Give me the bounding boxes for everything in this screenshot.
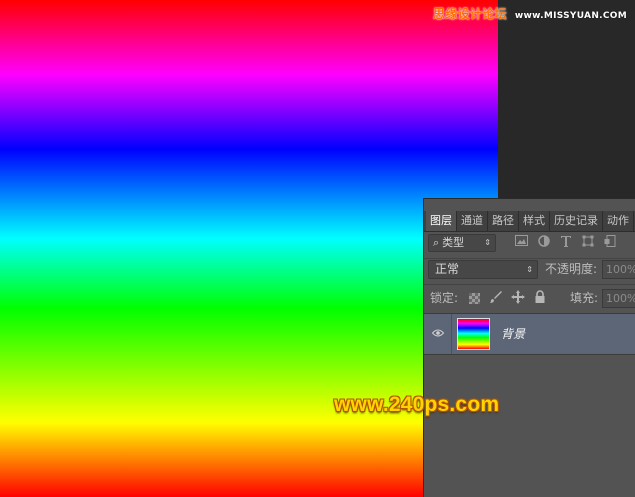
layer-row[interactable]: 背景 — [424, 313, 635, 355]
layer-thumbnail — [457, 318, 490, 350]
filter-kind-value: 类型 — [442, 236, 465, 249]
panel-tabs: 图层 通道 路径 样式 历史记录 动作 — [424, 211, 635, 232]
blend-mode-select[interactable]: 正常 ⇕ — [428, 260, 538, 279]
fill-input[interactable]: 100% — [602, 289, 635, 308]
tab-history[interactable]: 历史记录 — [550, 211, 603, 231]
updown-arrows-icon: ⇕ — [484, 238, 491, 247]
fill-label: 填充: — [570, 291, 599, 305]
updown-arrows-icon: ⇕ — [526, 265, 533, 274]
filter-icons — [514, 235, 617, 250]
lock-icons — [466, 290, 548, 306]
opacity-input[interactable]: 100% — [602, 260, 635, 279]
tab-actions[interactable]: 动作 — [603, 211, 634, 231]
watermark-brand: 思缘设计论坛 — [433, 7, 507, 21]
top-watermark: 思缘设计论坛 www.MISSYUAN.COM — [433, 6, 627, 24]
watermark-url: www.MISSYUAN.COM — [514, 11, 627, 21]
tab-styles[interactable]: 样式 — [519, 211, 550, 231]
tab-paths[interactable]: 路径 — [488, 211, 519, 231]
bottom-watermark: www.240ps.com — [334, 393, 500, 416]
image-icon[interactable] — [514, 235, 529, 250]
lock-all-icon[interactable] — [532, 290, 548, 306]
layer-name[interactable]: 背景 — [501, 326, 525, 342]
blend-mode-value: 正常 — [435, 262, 460, 276]
lock-transparent-icon[interactable] — [466, 290, 482, 306]
eye-icon — [432, 329, 444, 337]
layer-visibility-toggle[interactable] — [424, 314, 452, 354]
smart-object-icon[interactable] — [602, 235, 617, 250]
shape-icon[interactable] — [580, 235, 595, 250]
lock-row: 锁定: 填充: 100% — [424, 285, 635, 312]
type-icon[interactable] — [558, 235, 573, 250]
search-icon: ⌕ — [433, 236, 440, 249]
lock-move-icon[interactable] — [510, 290, 526, 306]
lock-label: 锁定: — [430, 291, 459, 305]
opacity-label: 不透明度: — [545, 262, 598, 276]
filter-kind-select[interactable]: ⌕ 类型 ⇕ — [428, 234, 496, 252]
adjustment-icon[interactable] — [536, 235, 551, 250]
blend-row: 正常 ⇕ 不透明度: 100% — [424, 258, 635, 284]
tab-layers[interactable]: 图层 — [426, 211, 457, 231]
tab-channels[interactable]: 通道 — [457, 211, 488, 231]
lock-paint-icon[interactable] — [488, 290, 504, 306]
layers-panel: 图层 通道 路径 样式 历史记录 动作 ⌕ 类型 ⇕ 正常 ⇕ 不透明度: 10… — [423, 198, 635, 497]
layer-filter-row: ⌕ 类型 ⇕ — [424, 232, 635, 258]
